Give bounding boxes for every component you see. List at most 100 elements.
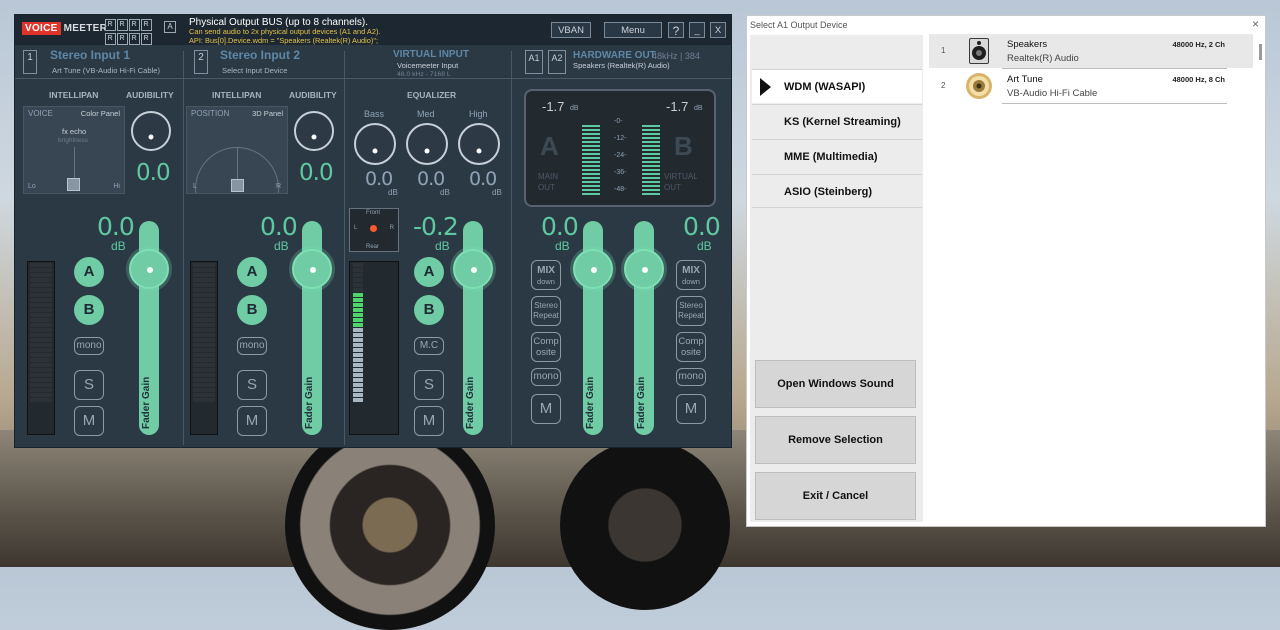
meter-cell — [30, 288, 52, 292]
meter-cell — [30, 348, 52, 352]
bus-a-mix-down-button[interactable]: MIX down — [531, 260, 561, 290]
r-label: R — [275, 183, 281, 190]
a1-selector[interactable]: A1 — [525, 50, 543, 74]
strip1-num-label: 1 — [27, 52, 33, 63]
api-ks[interactable]: KS (Kernel Streaming) — [752, 104, 922, 138]
meter-cell — [30, 343, 52, 347]
strip2-number[interactable]: 2 — [194, 50, 208, 74]
meter-cell — [30, 293, 52, 297]
close-button[interactable]: X — [710, 22, 726, 38]
device-name: Art Tune — [1007, 74, 1043, 85]
med-db: dB — [440, 188, 450, 197]
strip2-solo-button[interactable]: S — [237, 370, 267, 400]
position-label: POSITION — [191, 109, 230, 118]
bus-b-mute-button[interactable]: M — [676, 394, 706, 424]
strip1-b-button[interactable]: B — [74, 295, 104, 325]
api-mme[interactable]: MME (Multimedia) — [752, 139, 922, 173]
bus-a-mute-button[interactable]: M — [531, 394, 561, 424]
a2-selector[interactable]: A2 — [548, 50, 566, 74]
surround-position-dot[interactable] — [370, 225, 377, 232]
virtual-a-button[interactable]: A — [414, 257, 444, 287]
remove-selection-button[interactable]: Remove Selection — [755, 416, 916, 464]
virtual-solo-button[interactable]: S — [414, 370, 444, 400]
front-label: Front — [366, 210, 381, 216]
bass-knob[interactable] — [354, 123, 396, 165]
virtual-input-name: VIRTUAL INPUT — [393, 49, 469, 60]
help-button[interactable]: ? — [668, 22, 684, 38]
strip1-number[interactable]: 1 — [23, 50, 37, 74]
menu-button[interactable]: Menu — [604, 22, 662, 38]
a-label: A — [246, 263, 258, 280]
api-label: KS (Kernel Streaming) — [784, 116, 901, 128]
api-asio[interactable]: ASIO (Steinberg) — [752, 174, 922, 208]
background-wheel — [285, 420, 495, 630]
api-wdm[interactable]: WDM (WASAPI) — [752, 69, 922, 103]
equalizer-label: EQUALIZER — [407, 90, 457, 100]
position-handle[interactable] — [231, 179, 244, 192]
logo-meeter: MEETER — [63, 23, 108, 34]
divider — [183, 51, 184, 445]
bus-b-composite-button[interactable]: Comp osite — [676, 332, 706, 362]
bus-b-mono-button[interactable]: mono — [676, 368, 706, 386]
strip1-voice-panel[interactable]: VOICE Color Panel fx echo brightness Lo … — [23, 106, 125, 194]
surround-panel[interactable]: Front Rear L R — [349, 208, 399, 252]
meter-cell — [353, 303, 363, 307]
device-index: 1 — [941, 46, 946, 55]
strip2-mute-button[interactable]: M — [237, 406, 267, 436]
strip2-a-button[interactable]: A — [237, 257, 267, 287]
device-row[interactable]: 1 Speakers Realtek(R) Audio 48000 Hz, 2 … — [929, 34, 1253, 68]
bus-b-fader-knob[interactable] — [624, 249, 664, 289]
strip2-audibility-knob[interactable] — [294, 111, 334, 151]
bus-a-composite-button[interactable]: Comp osite — [531, 332, 561, 362]
strip1-a-button[interactable]: A — [74, 257, 104, 287]
med-knob[interactable] — [406, 123, 448, 165]
meter-cell — [353, 273, 363, 277]
open-windows-sound-button[interactable]: Open Windows Sound — [755, 360, 916, 408]
strip2-b-button[interactable]: B — [237, 295, 267, 325]
bus-a-mono-button[interactable]: mono — [531, 368, 561, 386]
virtual-b-button[interactable]: B — [414, 295, 444, 325]
strip1-mono-button[interactable]: mono — [74, 337, 104, 355]
meter-cell — [30, 263, 52, 267]
strip1-name[interactable]: Stereo Input 1 — [50, 48, 130, 62]
meter-cell — [30, 353, 52, 357]
device-row[interactable]: 2 Art Tune VB-Audio Hi-Fi Cable 48000 Hz… — [929, 69, 1253, 103]
virtual-mute-button[interactable]: M — [414, 406, 444, 436]
pan-handle[interactable] — [67, 178, 80, 191]
strip1-fader-knob[interactable] — [129, 249, 169, 289]
strip1-device[interactable]: Art Tune (VB-Audio Hi-Fi Cable) — [52, 66, 160, 75]
minimize-button[interactable]: _ — [689, 22, 705, 38]
vban-button[interactable]: VBAN — [551, 22, 591, 38]
bus-b-stereo-repeat-button[interactable]: Stereo Repeat — [676, 296, 706, 326]
strip2-mono-button[interactable]: mono — [237, 337, 267, 355]
r-indicator: R — [141, 19, 152, 31]
meter-cell — [30, 398, 52, 402]
r-indicator: R — [105, 19, 116, 31]
strip2-fader-knob[interactable] — [292, 249, 332, 289]
virtual-fader-knob[interactable] — [453, 249, 493, 289]
dialog-close-button[interactable]: × — [1252, 17, 1259, 31]
bus-a-fader-knob[interactable] — [573, 249, 613, 289]
r-indicator: R — [117, 19, 128, 31]
strip2-device[interactable]: Select Input Device — [222, 66, 287, 75]
high-knob[interactable] — [458, 123, 500, 165]
list-scrollbar[interactable] — [1259, 44, 1262, 60]
exit-cancel-button[interactable]: Exit / Cancel — [755, 472, 916, 520]
meter-cell — [353, 378, 363, 382]
virtual-level-meter — [349, 261, 399, 435]
mix-label: MIX — [537, 265, 555, 276]
meter-cell — [193, 263, 215, 267]
meter-cell — [193, 298, 215, 302]
strip1-level-meter — [27, 261, 55, 435]
strip1-audibility-knob[interactable] — [131, 111, 171, 151]
bus-b-mix-down-button[interactable]: MIX down — [676, 260, 706, 290]
db-unit: dB — [570, 105, 579, 112]
hardware-out-device[interactable]: Speakers (Realtek(R) Audio) — [573, 61, 670, 70]
strip1-mute-button[interactable]: M — [74, 406, 104, 436]
scale-tick: -0- — [614, 118, 623, 125]
strip2-position-panel[interactable]: POSITION 3D Panel L R — [186, 106, 288, 194]
bus-a-stereo-repeat-button[interactable]: Stereo Repeat — [531, 296, 561, 326]
virtual-mc-button[interactable]: M.C — [414, 337, 444, 355]
strip2-name[interactable]: Stereo Input 2 — [220, 48, 300, 62]
strip1-solo-button[interactable]: S — [74, 370, 104, 400]
